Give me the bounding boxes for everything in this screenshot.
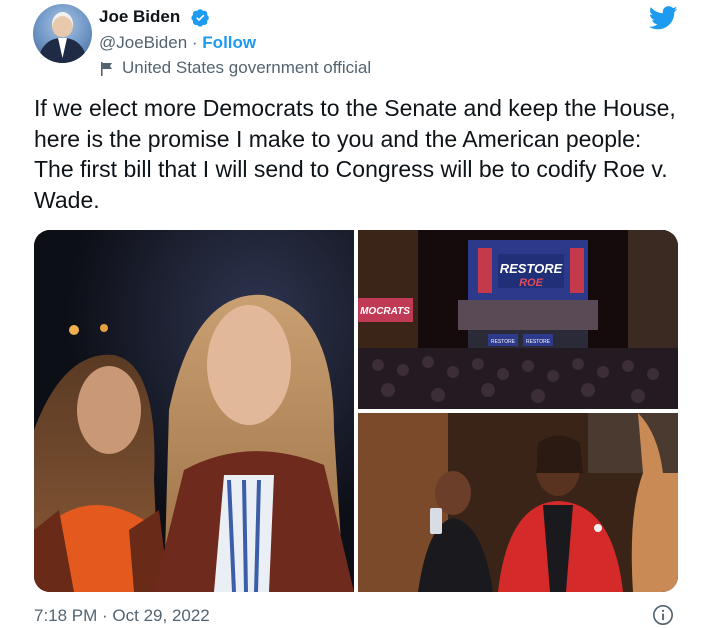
restore-banner-line2: ROE (519, 277, 544, 289)
tweet-card: Joe Biden @JoeBiden · Follow United Stat… (0, 0, 709, 628)
side-sign-text: MOCRATS (360, 306, 410, 317)
government-official-label[interactable]: United States government official (122, 57, 371, 79)
author-name[interactable]: Joe Biden (99, 6, 180, 28)
media-grid: RESTORE ROE MOCRATS RESTORE RESTORE (34, 230, 678, 592)
verified-badge-icon (191, 9, 209, 27)
info-icon[interactable] (652, 604, 674, 626)
tweet-text: If we elect more Democrats to the Senate… (34, 95, 676, 213)
separator-dot: · (191, 33, 198, 52)
author-handle[interactable]: @JoeBiden (99, 33, 187, 52)
tweet-timestamp[interactable]: 7:18 PM · Oct 29, 2022 (34, 605, 210, 627)
flag-icon (101, 62, 112, 76)
podium-sign-right: RESTORE (526, 339, 551, 345)
podium-sign-left: RESTORE (491, 339, 516, 345)
follow-button[interactable]: Follow (202, 33, 256, 52)
twitter-bird-icon[interactable] (649, 6, 678, 30)
author-handle-line: @JoeBiden · Follow (99, 32, 256, 54)
restore-banner-line1: RESTORE (500, 261, 563, 276)
photo-women-looking-up[interactable] (34, 230, 354, 592)
author-avatar[interactable] (33, 4, 92, 63)
photo-restore-roe-rally[interactable]: RESTORE ROE MOCRATS RESTORE RESTORE (358, 230, 678, 409)
photo-crowd-smiling[interactable] (358, 413, 678, 592)
